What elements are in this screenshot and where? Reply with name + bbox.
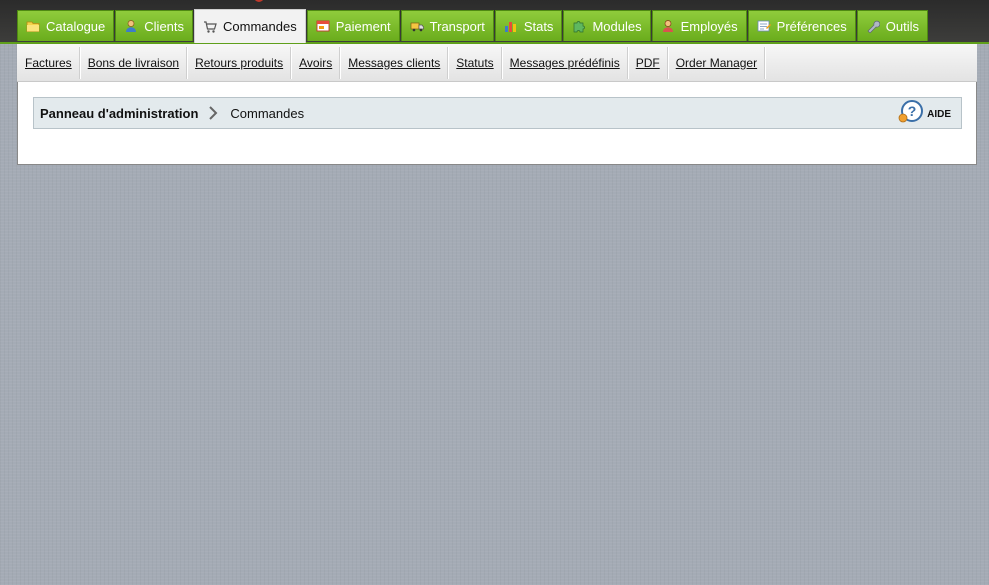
svg-text:?: ? xyxy=(908,103,917,119)
subnav-retours-produits[interactable]: Retours produits xyxy=(187,46,292,79)
subnav-order-manager[interactable]: Order Manager xyxy=(668,46,766,79)
tab-label: Catalogue xyxy=(46,18,106,34)
tab-label: Transport xyxy=(429,18,485,34)
subnav-avoirs[interactable]: Avoirs xyxy=(291,46,341,79)
help-label: AIDE xyxy=(927,108,951,120)
tab-commandes[interactable]: Commandes xyxy=(194,9,306,43)
chart-icon xyxy=(504,19,518,33)
tab-label: Outils xyxy=(885,18,919,34)
subnav-bons-de-livraison[interactable]: Bons de livraison xyxy=(80,46,188,79)
tab-label: Clients xyxy=(144,18,185,34)
top-navigation-bar: Catalogue Clients Commandes Paiement Tra… xyxy=(0,0,989,44)
tab-clients[interactable]: Clients xyxy=(115,10,194,41)
help-icon: ? xyxy=(897,99,924,129)
breadcrumb-root[interactable]: Panneau d'administration xyxy=(40,106,198,121)
tab-paiement[interactable]: Paiement xyxy=(306,10,400,41)
main-panel: Panneau d'administration Commandes ? AID… xyxy=(17,82,977,165)
tab-stats[interactable]: Stats xyxy=(494,10,563,41)
tab-outils[interactable]: Outils xyxy=(856,10,928,41)
tab-label: Préférences xyxy=(776,18,847,34)
tab-catalogue[interactable]: Catalogue xyxy=(17,10,115,41)
truck-icon xyxy=(410,19,424,33)
payment-icon xyxy=(316,19,330,33)
subnav-messages-predefinis[interactable]: Messages prédéfinis xyxy=(502,46,628,79)
tab-label: Commandes xyxy=(223,19,297,34)
tab-label: Employés xyxy=(680,18,738,34)
folder-icon xyxy=(26,19,40,33)
subnav-factures[interactable]: Factures xyxy=(17,46,80,79)
tab-modules[interactable]: Modules xyxy=(563,10,651,41)
tab-preferences[interactable]: Préférences xyxy=(747,10,856,41)
subnav-messages-clients[interactable]: Messages clients xyxy=(340,46,449,79)
preferences-icon xyxy=(757,19,771,33)
help-button[interactable]: ? AIDE xyxy=(897,99,951,129)
user-icon xyxy=(124,19,138,33)
puzzle-icon xyxy=(572,19,586,33)
breadcrumb-current: Commandes xyxy=(230,105,305,121)
tab-label: Paiement xyxy=(335,18,391,34)
subnav-pdf[interactable]: PDF xyxy=(628,46,668,79)
employee-icon xyxy=(661,19,675,33)
main-tabs: Catalogue Clients Commandes Paiement Tra… xyxy=(17,9,928,43)
logo-fragment xyxy=(254,0,264,2)
sub-navigation: Factures Bons de livraison Retours produ… xyxy=(17,44,977,82)
subnav-statuts[interactable]: Statuts xyxy=(448,46,502,79)
tab-label: Stats xyxy=(523,18,554,34)
cart-icon xyxy=(203,20,217,34)
wrench-icon xyxy=(866,19,880,34)
chevron-right-icon xyxy=(208,106,218,120)
breadcrumb: Panneau d'administration Commandes ? AID… xyxy=(33,97,962,129)
tab-transport[interactable]: Transport xyxy=(400,10,494,41)
tab-employes[interactable]: Employés xyxy=(651,10,747,41)
tab-label: Modules xyxy=(592,18,642,34)
